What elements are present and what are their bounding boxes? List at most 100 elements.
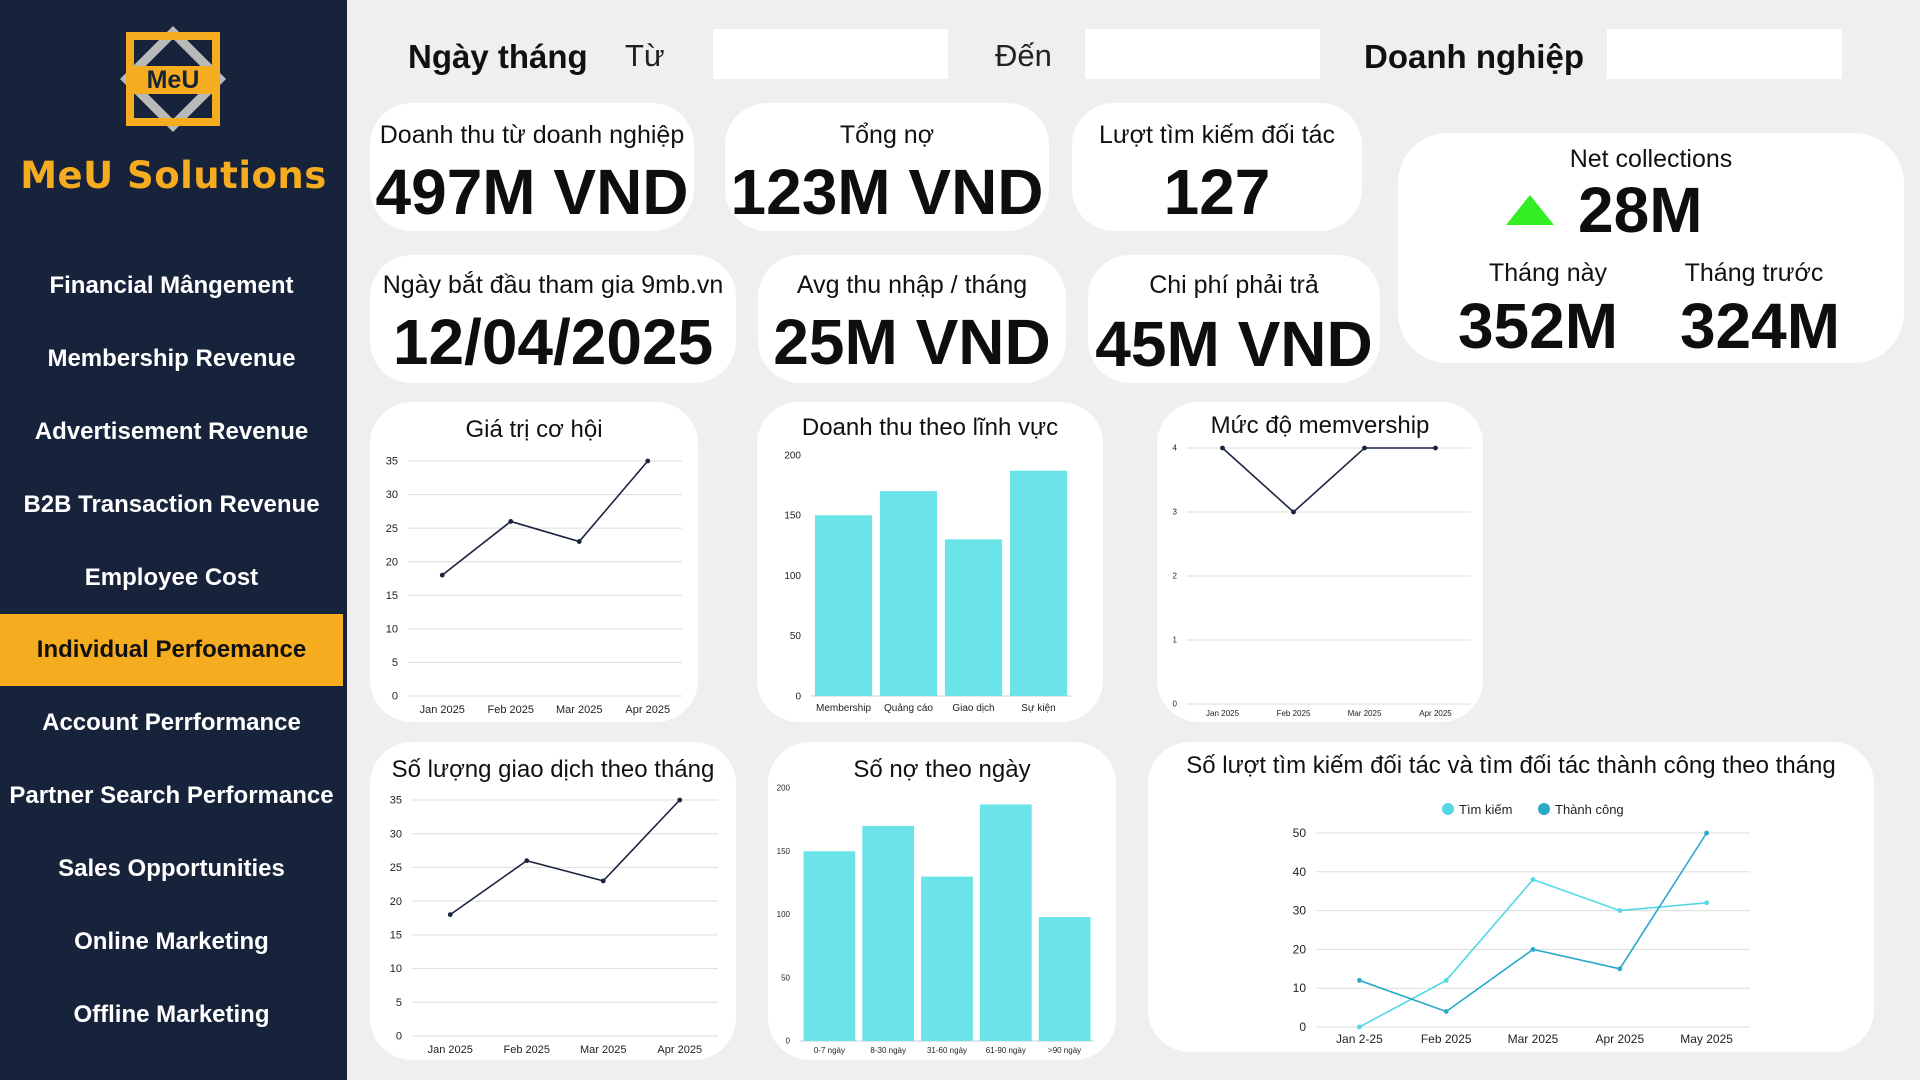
y-tick-label: 0 [392, 691, 398, 703]
x-tick-label: Jan 2025 [1206, 709, 1239, 718]
payable-value: 45M VND [1095, 308, 1373, 380]
x-tick-label: >90 ngày [1048, 1046, 1081, 1055]
sidebar-item-online-marketing[interactable]: Online Marketing [0, 906, 343, 978]
x-tick-label: 61-90 ngày [986, 1046, 1026, 1055]
y-tick-label: 10 [1293, 981, 1307, 995]
y-tick-label: 0 [396, 1031, 402, 1043]
legend-label: Thành công [1555, 802, 1624, 817]
debt-card: Tổng nợ 123M VND [725, 103, 1049, 231]
y-tick-label: 35 [390, 795, 402, 807]
y-tick-label: 100 [777, 910, 791, 919]
y-tick-label: 20 [386, 556, 398, 568]
x-tick-label: Mar 2025 [556, 704, 602, 716]
y-tick-label: 35 [386, 456, 398, 468]
revenue-value: 497M VND [375, 156, 689, 228]
x-tick-label: Feb 2025 [504, 1044, 550, 1056]
series-line [1359, 878, 1707, 1028]
series-line [1221, 447, 1436, 514]
debt-value: 123M VND [730, 156, 1044, 228]
bar [1009, 470, 1068, 696]
data-point [1617, 908, 1623, 913]
x-tick-label: May 2025 [1680, 1032, 1733, 1046]
y-tick-label: 0 [786, 1037, 791, 1046]
sidebar-item-partner-search-performance[interactable]: Partner Search Performance [0, 760, 343, 832]
x-tick-label: 0-7 ngày [814, 1046, 845, 1055]
x-tick-label: Mar 2025 [580, 1044, 626, 1056]
sidebar-item-sales-opportunities[interactable]: Sales Opportunities [0, 833, 343, 905]
x-tick-label: Giao dịch [952, 703, 994, 714]
data-point [645, 458, 651, 464]
from-label: Từ [625, 38, 665, 73]
y-tick-label: 1 [1173, 636, 1178, 645]
opportunity-chart-card: Giá trị cơ hội 0 5 10 15 20 25 30 35 Jan 2025 Feb… [370, 402, 698, 722]
revenue-label: Doanh thu từ doanh nghiệp [379, 121, 685, 149]
x-tick-label: Sự kiện [1021, 703, 1056, 714]
x-tick-label: Apr 2025 [1419, 709, 1452, 718]
data-point [1530, 947, 1536, 952]
net-collections-card: Net collections 28M Tháng này 352M Tháng… [1398, 133, 1904, 363]
y-tick-label: 100 [784, 571, 801, 582]
x-tick-label: Jan 2-25 [1336, 1032, 1383, 1046]
sidebar-item-advertisement-revenue[interactable]: Advertisement Revenue [0, 396, 343, 468]
y-tick-label: 2 [1173, 572, 1178, 581]
y-tick-label: 30 [386, 489, 398, 501]
opportunity-chart: 0 5 10 15 20 25 30 35 Jan 2025 Feb 2025 Mar 2025 Ap… [386, 456, 682, 716]
y-tick-label: 15 [390, 930, 402, 942]
data-point [1357, 1024, 1362, 1030]
sidebar-item-membership-revenue[interactable]: Membership Revenue [0, 323, 343, 395]
data-point [447, 912, 453, 918]
y-tick-label: 20 [390, 896, 402, 908]
bar [803, 851, 856, 1041]
y-tick-label: 5 [396, 997, 402, 1009]
x-tick-label: Apr 2025 [657, 1044, 702, 1056]
avg-income-value: 25M VND [773, 306, 1051, 378]
join-date-label: Ngày bắt đầu tham gia 9mb.vn [382, 271, 724, 299]
y-tick-label: 25 [390, 862, 402, 874]
business-input[interactable] [1607, 29, 1842, 79]
membership-level-chart-card: Mức độ memvership 0 1 2 3 4 Jan 2025 Feb 2025 M… [1157, 402, 1483, 722]
sidebar-item-individual-perfoemance[interactable]: Individual Perfoemance [0, 614, 343, 686]
y-tick-label: 30 [1293, 904, 1307, 918]
from-date-input[interactable] [713, 29, 948, 79]
transactions-chart-card: Số lượng giao dịch theo tháng 0 5 10 15 20 25… [370, 742, 736, 1060]
x-tick-label: Mar 2025 [1508, 1032, 1559, 1046]
x-tick-label: Apr 2025 [625, 704, 670, 716]
payable-card: Chi phí phải trả 45M VND [1088, 255, 1380, 383]
y-tick-label: 30 [390, 828, 402, 840]
y-tick-label: 10 [386, 624, 398, 636]
series-line [449, 799, 681, 916]
triangle-up-icon [1506, 195, 1554, 225]
debt-by-days-chart: 0 50 100 150 200 0-7 ngày 8-30 ngày 31-60 ngày 6… [777, 784, 1094, 1055]
sidebar-item-financial-m-ngement[interactable]: Financial Mângement [0, 250, 343, 322]
join-date-card: Ngày bắt đầu tham gia 9mb.vn 12/04/2025 [370, 255, 736, 383]
y-tick-label: 0 [1299, 1020, 1306, 1034]
y-tick-label: 0 [795, 691, 801, 702]
x-tick-label: Jan 2025 [420, 704, 465, 716]
bar [1038, 917, 1091, 1041]
partner-search-chart-card: Số lượt tìm kiếm đối tác và tìm đối tác … [1148, 742, 1874, 1052]
x-tick-label: Feb 2025 [1277, 709, 1311, 718]
sidebar-item-offline-marketing[interactable]: Offline Marketing [0, 979, 343, 1051]
join-date-value: 12/04/2025 [392, 306, 714, 378]
y-tick-label: 10 [390, 963, 402, 975]
data-point [600, 878, 606, 884]
data-point [1433, 445, 1438, 451]
debt-label: Tổng nợ [839, 121, 935, 149]
y-tick-label: 50 [1293, 826, 1307, 840]
membership-level-chart: 0 1 2 3 4 Jan 2025 Feb 2025 Mar 2025 Apr 2025 [1173, 444, 1471, 718]
data-point [1291, 509, 1296, 515]
x-tick-label: Jan 2025 [428, 1044, 473, 1056]
debt-by-days-chart-card: Số nợ theo ngày 0 50 100 150 200 0-7 ngày 8-30… [768, 742, 1116, 1060]
sidebar-item-b2b-transaction-revenue[interactable]: B2B Transaction Revenue [0, 469, 343, 541]
to-date-input[interactable] [1085, 29, 1320, 79]
data-point [576, 539, 582, 544]
sidebar-item-employee-cost[interactable]: Employee Cost [0, 542, 343, 614]
this-month-value: 352M [1457, 290, 1619, 362]
sidebar-item-account-perrformance[interactable]: Account Perrformance [0, 687, 343, 759]
bar [921, 876, 973, 1041]
avg-income-card: Avg thu nhập / tháng 25M VND [758, 255, 1066, 383]
transactions-chart: 0 5 10 15 20 25 30 35 Jan 2025 Feb 2025 Mar 2025 Ap… [390, 795, 718, 1056]
y-tick-label: 3 [1173, 508, 1178, 517]
series-line [441, 460, 649, 576]
y-tick-label: 150 [784, 511, 801, 522]
